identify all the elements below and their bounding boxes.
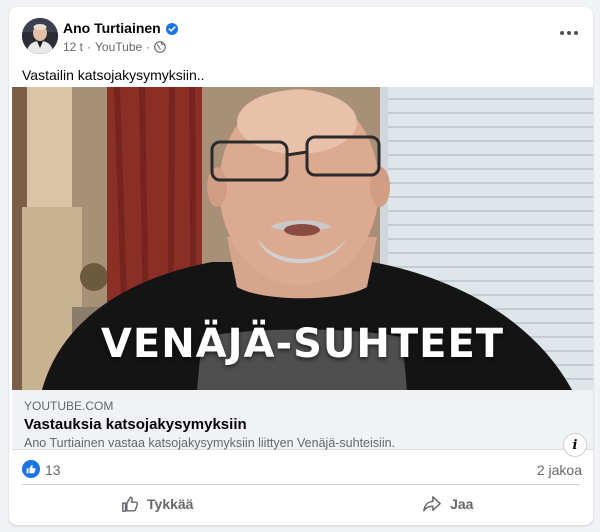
avatar[interactable] — [22, 18, 58, 54]
author-name[interactable]: Ano Turtiainen — [63, 20, 161, 36]
action-bar: Tykkää Jaa — [12, 486, 593, 522]
globe-icon[interactable] — [154, 41, 167, 53]
like-count[interactable]: 13 — [45, 462, 61, 478]
post-source: YouTube — [95, 40, 143, 54]
video-caption: VENÄJÄ-SUHTEET — [100, 321, 505, 367]
divider — [22, 484, 580, 485]
post-text: Vastailin katsojakysymyksiin.. — [22, 67, 205, 83]
share-button-label: Jaa — [450, 496, 474, 512]
more-options-button[interactable] — [555, 19, 583, 47]
more-options-icon — [560, 31, 564, 35]
info-button[interactable]: i — [563, 433, 587, 457]
more-options-icon-dot-2 — [567, 31, 571, 35]
meta-separator: · — [87, 40, 92, 54]
link-title[interactable]: Vastauksia katsojakysymyksiin — [24, 416, 247, 433]
author-row: Ano Turtiainen — [63, 20, 178, 36]
avatar-image — [22, 18, 58, 54]
share-button[interactable]: Jaa — [303, 486, 594, 522]
link-domain: YOUTUBE.COM — [24, 399, 114, 413]
link-description: Ano Turtiainen vastaa katsojakysymyksiin… — [24, 436, 396, 450]
more-options-icon-dot-3 — [574, 31, 578, 35]
like-reaction-icon[interactable] — [22, 460, 40, 478]
reaction-stats: 13 2 jakoa — [22, 458, 582, 480]
post-card: Ano Turtiainen 12 t · YouTube · Vastaili… — [9, 7, 593, 525]
verified-badge-icon — [165, 22, 178, 35]
share-arrow-icon — [423, 496, 441, 512]
like-button[interactable]: Tykkää — [12, 486, 303, 522]
link-preview[interactable]: i YOUTUBE.COM Vastauksia katsojakysymyks… — [12, 390, 593, 457]
thumbs-up-icon — [122, 496, 139, 512]
post-header: Ano Turtiainen 12 t · YouTube · — [9, 7, 593, 57]
share-count[interactable]: 2 jakoa — [537, 462, 582, 478]
post-timestamp[interactable]: 12 t — [63, 40, 83, 54]
video-thumbnail[interactable]: VENÄJÄ-SUHTEET — [12, 87, 593, 390]
post-meta: 12 t · YouTube · — [63, 40, 167, 54]
meta-separator-2: · — [146, 40, 151, 54]
like-button-label: Tykkää — [147, 496, 194, 512]
